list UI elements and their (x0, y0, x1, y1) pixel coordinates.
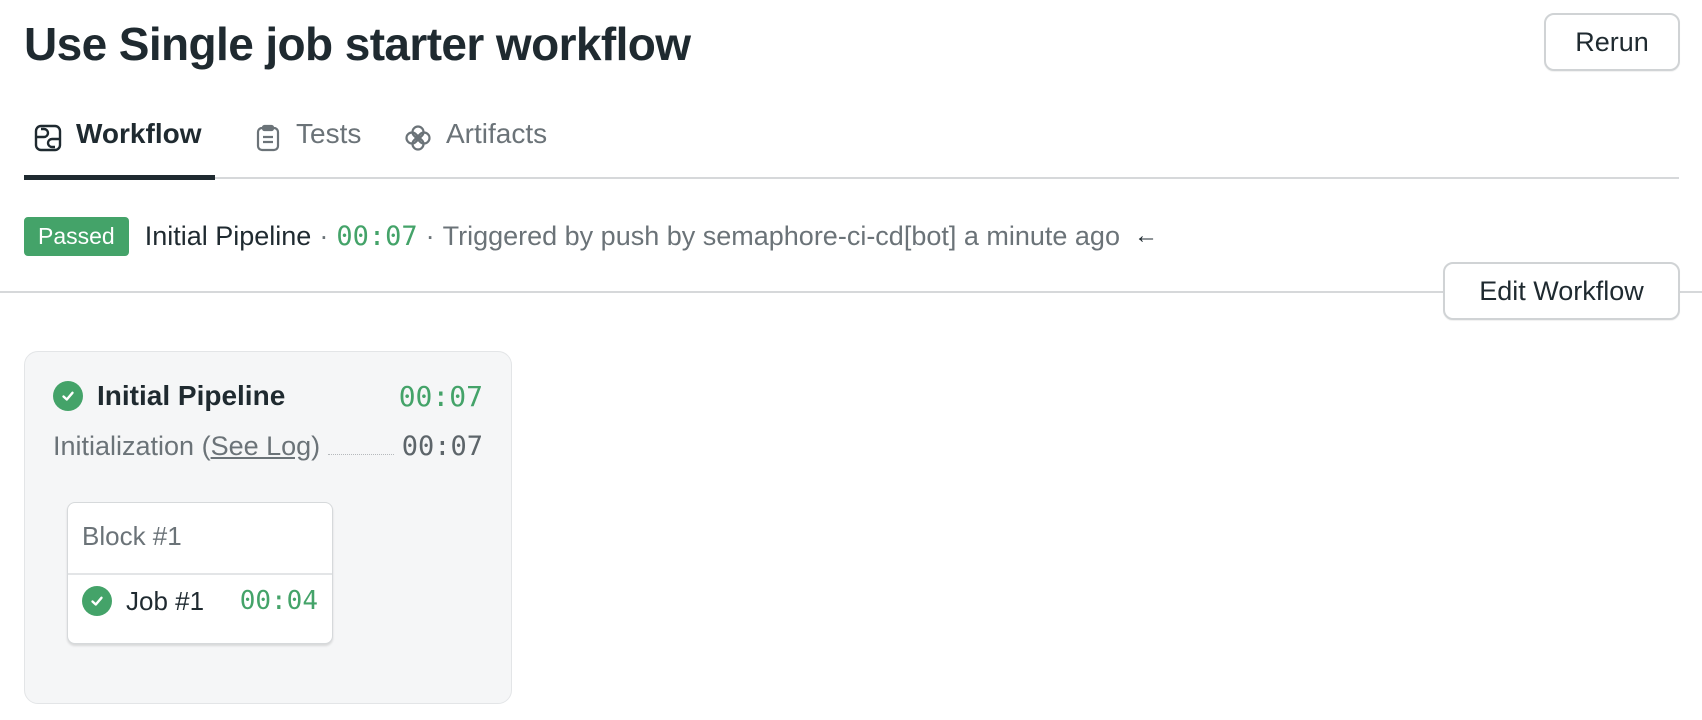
separator: · (425, 220, 435, 251)
block-divider (68, 573, 332, 575)
pipeline-name: Initial Pipeline (144, 220, 312, 251)
check-circle-icon (53, 381, 83, 411)
edit-workflow-button[interactable]: Edit Workflow (1443, 262, 1680, 320)
tab-label: Artifacts (446, 118, 548, 149)
artifacts-icon (404, 124, 432, 152)
workflow-status-row: Passed Initial Pipeline · 00:07 · Trigge… (24, 216, 1158, 256)
dotted-leader (328, 453, 394, 455)
tab-bar: Workflow Tests Artifacts (23, 110, 1679, 180)
see-log-link[interactable]: See Log (211, 431, 312, 462)
check-circle-icon (82, 586, 112, 616)
workflow-icon (34, 124, 62, 152)
tab-label: Workflow (76, 118, 202, 149)
tab-label: Tests (296, 118, 362, 149)
pipeline-header: Initial Pipeline 00:07 (53, 378, 483, 414)
separator: · (319, 220, 329, 251)
block-title: Block #1 (82, 521, 182, 551)
pipeline-title: Initial Pipeline (97, 380, 286, 411)
pipeline-card: Initial Pipeline 00:07 Initialization ( … (24, 351, 512, 704)
arrow-left-icon[interactable]: ← (1134, 222, 1158, 250)
page-title: Use Single job starter workflow (24, 18, 691, 70)
initialization-duration: 00:07 (401, 430, 483, 462)
tab-tests[interactable]: Tests (254, 118, 361, 180)
initialization-row: Initialization ( See Log ) 00:07 (53, 428, 483, 464)
job-duration: 00:04 (239, 586, 318, 616)
job-name: Job #1 (126, 585, 205, 616)
trigger-info: Triggered by push by semaphore-ci-cd[bot… (442, 220, 1120, 251)
workflow-duration: 00:07 (336, 220, 418, 252)
tab-workflow[interactable]: Workflow (23, 118, 217, 180)
initialization-label: Initialization ( (53, 430, 211, 461)
tab-artifacts[interactable]: Artifacts (404, 118, 547, 180)
status-badge: Passed (24, 216, 129, 256)
block-card: Block #1 Job #1 00:04 (67, 502, 333, 644)
pipeline-duration: 00:07 (398, 379, 483, 413)
initialization-close: ) (311, 430, 321, 461)
job-item[interactable]: Job #1 00:04 (82, 584, 318, 618)
clipboard-icon (254, 124, 282, 152)
rerun-button[interactable]: Rerun (1544, 13, 1680, 71)
